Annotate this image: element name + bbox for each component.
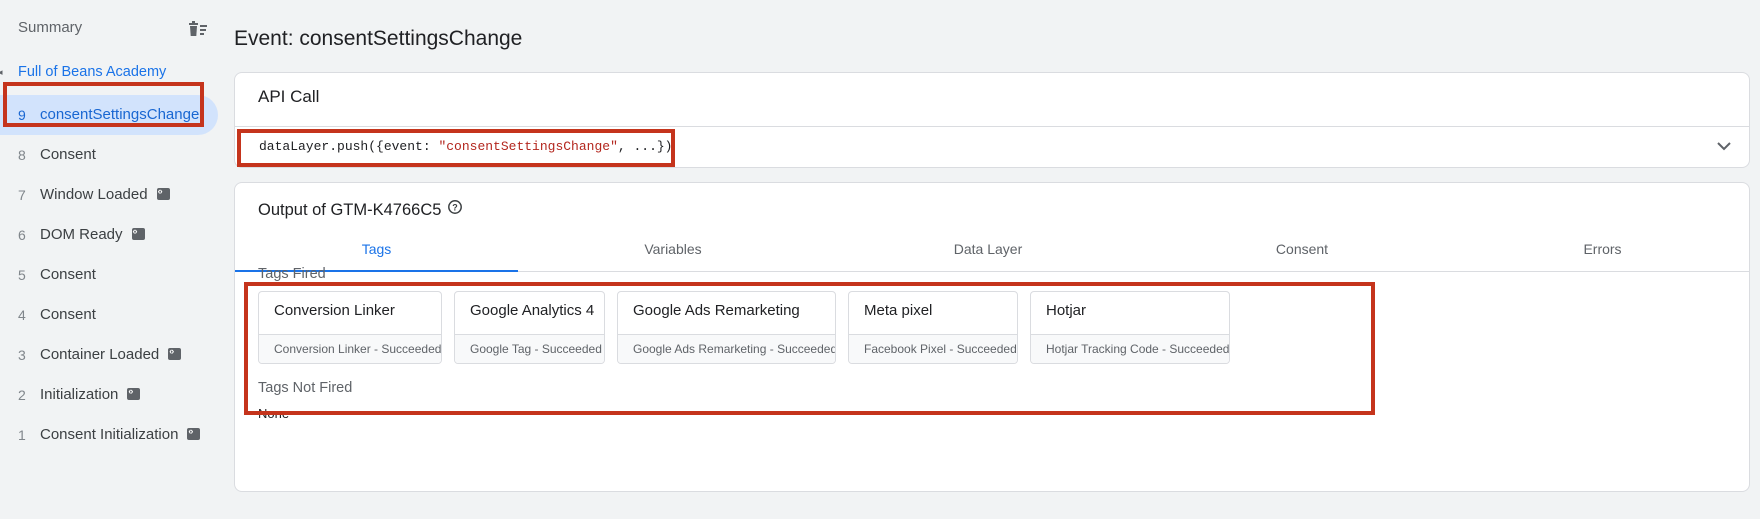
summary-row[interactable]: Summary: [18, 18, 210, 40]
event-item[interactable]: 1 Consent Initialization: [0, 415, 218, 455]
event-item[interactable]: 3 Container Loaded: [0, 335, 218, 375]
tags-not-fired-value: None: [258, 406, 290, 421]
api-call-card: API Call dataLayer.push({event: "consent…: [234, 72, 1750, 168]
event-label-text: Window Loaded: [40, 186, 148, 203]
tab-errors[interactable]: Errors: [1456, 231, 1749, 271]
divider: [235, 126, 1749, 127]
event-label: Consent: [40, 306, 96, 323]
tab-data-layer[interactable]: Data Layer: [828, 231, 1148, 271]
event-label-text: Consent: [40, 306, 96, 323]
event-number: 5: [18, 267, 26, 283]
event-number: 1: [18, 427, 26, 443]
delete-sweep-icon[interactable]: [186, 18, 210, 40]
event-label: Window Loaded: [40, 186, 170, 203]
code-badge-icon: [131, 226, 145, 241]
tag-name: Google Analytics 4: [470, 302, 595, 319]
tag-status-bar: Google Ads Remarketing - Succeeded: [618, 334, 835, 363]
tag-card[interactable]: Hotjar Hotjar Tracking Code - Succeeded: [1030, 291, 1230, 364]
event-label: Initialization: [40, 386, 141, 403]
tag-name: Meta pixel: [864, 302, 933, 319]
event-label-text: Consent: [40, 266, 96, 283]
api-call-header: API Call: [258, 87, 320, 106]
event-label-text: consentSettingsChange: [40, 106, 200, 123]
summary-label: Summary: [18, 19, 83, 36]
code-suffix: , ...}): [617, 139, 673, 154]
event-item[interactable]: 6 DOM Ready: [0, 215, 218, 255]
help-circle-icon[interactable]: ?: [447, 199, 463, 220]
tags-fired-label: Tags Fired: [258, 266, 326, 282]
event-label: Container Loaded: [40, 346, 182, 363]
event-item[interactable]: 8 Consent: [0, 135, 218, 175]
caret-icon[interactable]: ◂: [0, 67, 3, 78]
code-prefix: dataLayer.push({event:: [259, 139, 439, 154]
tag-status-bar: Conversion Linker - Succeeded: [259, 334, 441, 363]
tags-not-fired-label: Tags Not Fired: [258, 380, 353, 396]
output-title: Output of GTM-K4766C5 ?: [258, 200, 463, 221]
event-label: Consent: [40, 266, 96, 283]
event-label-text: Initialization: [40, 386, 119, 403]
output-title-text: Output of GTM-K4766C5: [258, 200, 442, 219]
tag-name: Hotjar: [1046, 302, 1087, 319]
code-badge-icon: [156, 186, 170, 201]
event-label: consentSettingsChange: [40, 106, 199, 123]
event-label: Consent Initialization: [40, 426, 201, 443]
tag-status: Google Tag - Succeeded: [470, 342, 602, 356]
tag-status: Conversion Linker - Succeeded: [274, 342, 442, 356]
event-label: DOM Ready: [40, 226, 145, 243]
event-sidebar: Summary ◂ Full of Beans Academy 9 consent…: [0, 0, 222, 519]
tag-status-bar: Google Tag - Succeeded: [455, 334, 604, 363]
tag-status-bar: Hotjar Tracking Code - Succeeded: [1031, 334, 1229, 363]
event-label-text: Consent: [40, 146, 96, 163]
event-label-text: Container Loaded: [40, 346, 160, 363]
tab-consent[interactable]: Consent: [1148, 231, 1456, 271]
tab-tags[interactable]: Tags: [235, 231, 518, 272]
event-item[interactable]: 5 Consent: [0, 255, 218, 295]
code-badge-icon: [127, 386, 141, 401]
event-item[interactable]: 9 consentSettingsChange: [0, 95, 218, 135]
page-title: Event: consentSettingsChange: [234, 27, 523, 50]
tag-status: Facebook Pixel - Succeeded: [864, 342, 1017, 356]
tag-card[interactable]: Google Analytics 4 Google Tag - Succeeded: [454, 291, 605, 364]
code-badge-icon: [187, 426, 201, 441]
event-label-text: DOM Ready: [40, 226, 123, 243]
event-number: 2: [18, 387, 26, 403]
tag-name: Conversion Linker: [274, 302, 395, 319]
event-number: 4: [18, 307, 26, 323]
tag-card[interactable]: Conversion Linker Conversion Linker - Suc…: [258, 291, 442, 364]
event-item[interactable]: 7 Window Loaded: [0, 175, 218, 215]
event-label: Consent: [40, 146, 96, 163]
output-card: Output of GTM-K4766C5 ? Tags Variables D…: [234, 182, 1750, 492]
tab-variables[interactable]: Variables: [518, 231, 828, 271]
svg-text:?: ?: [453, 202, 459, 212]
event-item[interactable]: 4 Consent: [0, 295, 218, 335]
tag-card[interactable]: Google Ads Remarketing Google Ads Remarke…: [617, 291, 836, 364]
code-badge-icon: [168, 346, 182, 361]
event-number: 7: [18, 187, 26, 203]
tag-status: Google Ads Remarketing - Succeeded: [633, 342, 836, 356]
event-number: 3: [18, 347, 26, 363]
tag-status-bar: Facebook Pixel - Succeeded: [849, 334, 1017, 363]
api-call-code: dataLayer.push({event: "consentSettingsC…: [259, 139, 672, 154]
event-number: 9: [18, 107, 26, 123]
event-number: 6: [18, 227, 26, 243]
output-tabs: Tags Variables Data Layer Consent Errors: [235, 231, 1749, 272]
event-number: 8: [18, 147, 26, 163]
event-label-text: Consent Initialization: [40, 426, 179, 443]
chevron-down-icon[interactable]: [1713, 135, 1735, 157]
container-name: Full of Beans Academy: [18, 64, 167, 80]
tag-card[interactable]: Meta pixel Facebook Pixel - Succeeded: [848, 291, 1018, 364]
tag-status: Hotjar Tracking Code - Succeeded: [1046, 342, 1230, 356]
tag-name: Google Ads Remarketing: [633, 302, 800, 319]
event-item[interactable]: 2 Initialization: [0, 375, 218, 415]
code-event-string: "consentSettingsChange": [438, 139, 618, 154]
